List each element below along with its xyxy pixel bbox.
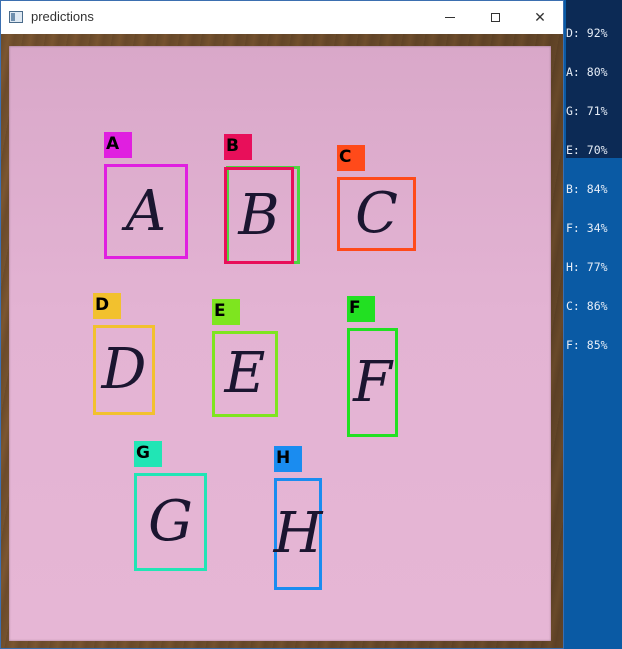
console-line: F: 34% [566,221,608,235]
handwritten-letter: F [353,349,392,415]
maximize-icon [490,13,500,22]
console-line: F: 85% [566,338,608,352]
title-bar[interactable]: predictions ✕ [1,1,563,35]
handwritten-letter: E [224,341,266,406]
console-line: E: 70% [566,143,608,157]
predictions-window: predictions ✕ A A B B C C D D E E F F G … [0,0,564,649]
console-line: D: 92% [566,26,608,40]
handwritten-letter: B [238,182,280,248]
minimize-icon [445,17,455,18]
console-line: A: 80% [566,65,608,79]
handwritten-letter: C [355,181,398,246]
close-button[interactable]: ✕ [517,1,563,34]
console-output: D: 92% A: 80% G: 71% E: 70% B: 84% F: 34… [566,0,622,352]
handwritten-letter: D [101,337,147,402]
console-line: G: 71% [566,104,608,118]
handwritten-letter: A [125,178,167,244]
detection-label: H [274,446,302,472]
handwritten-letter: H [273,501,323,566]
detection-label: A [104,132,132,158]
app-window-icon [9,11,23,23]
console-line: C: 86% [566,299,608,313]
detection-label: B [224,134,252,160]
detection-label: G [134,441,162,467]
detection-label: D [93,293,121,319]
maximize-button[interactable] [472,1,518,34]
window-title: predictions [31,9,94,24]
minimize-button[interactable] [427,1,473,34]
camera-view: A A B B C C D D E E F F G G H H [1,34,563,648]
detection-label: F [347,296,375,322]
detection-label: E [212,299,240,325]
console-line: B: 84% [566,182,608,196]
detection-label: C [337,145,365,171]
console-line: H: 77% [566,260,608,274]
handwritten-letter: G [148,489,193,554]
